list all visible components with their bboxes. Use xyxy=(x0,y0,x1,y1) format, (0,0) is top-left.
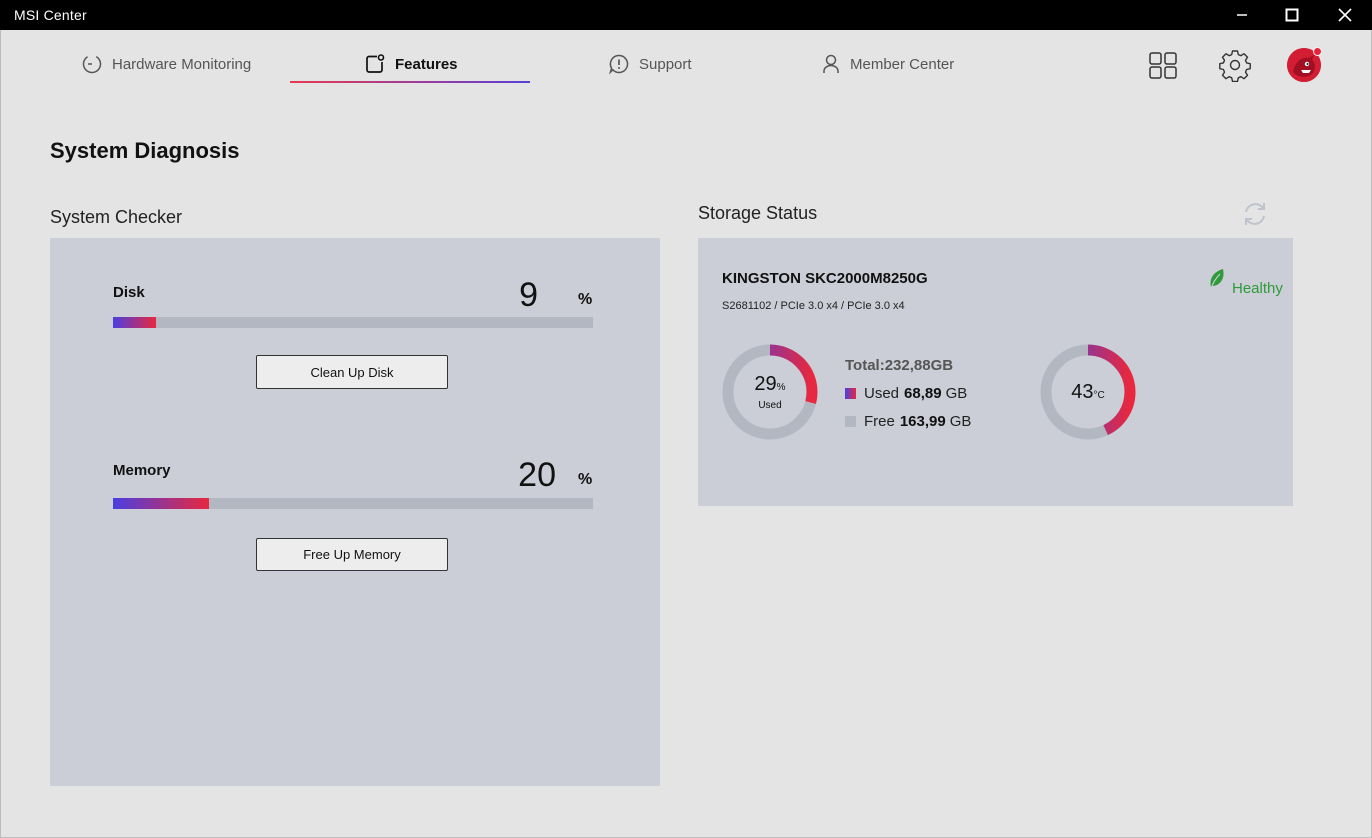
page-title: System Diagnosis xyxy=(50,138,240,163)
close-button[interactable] xyxy=(1319,0,1371,30)
health-status: Healthy xyxy=(1208,269,1283,297)
refresh-button[interactable] xyxy=(1240,199,1270,229)
tab-label: Features xyxy=(395,55,458,73)
memory-value: 20 xyxy=(518,456,556,494)
temperature-value: 43 xyxy=(1071,380,1094,403)
monitor-gauge-icon xyxy=(82,54,102,74)
memory-unit: % xyxy=(578,471,593,488)
minimize-icon xyxy=(1237,14,1247,16)
legend-used: Used 68,89 GB xyxy=(845,385,967,402)
usage-label: Used xyxy=(758,400,782,411)
refresh-icon xyxy=(1245,203,1265,225)
active-tab-indicator xyxy=(290,81,530,83)
used-value: 68,89 xyxy=(904,385,942,402)
used-label: Used xyxy=(864,385,900,402)
free-unit: GB xyxy=(949,413,972,430)
usage-percent: 29% xyxy=(754,373,785,396)
apps-grid-button[interactable] xyxy=(1146,48,1180,82)
memory-usage-fill xyxy=(113,498,209,509)
storage-status-title: Storage Status xyxy=(698,203,818,223)
disk-usage-fill xyxy=(113,317,157,328)
disk-usage-donut: 29% Used xyxy=(721,343,819,441)
storage-status-panel: KINGSTON SKC2000M8250G S2681102 / PCIe 3… xyxy=(698,238,1293,506)
window-title: MSI Center xyxy=(14,7,87,23)
gear-icon xyxy=(1219,50,1251,83)
used-swatch xyxy=(845,388,856,399)
tab-label: Member Center xyxy=(850,55,955,73)
disk-usage-bar xyxy=(113,317,593,328)
member-person-icon xyxy=(823,54,839,73)
features-square-icon xyxy=(366,54,385,73)
memory-label: Memory xyxy=(113,462,171,479)
tab-member-center[interactable]: Member Center xyxy=(821,44,954,84)
drive-name: KINGSTON SKC2000M8250G xyxy=(722,270,928,287)
notification-dot xyxy=(1313,47,1322,56)
title-bar: MSI Center xyxy=(0,0,1372,30)
legend-free: Free 163,99 GB xyxy=(845,413,971,430)
drive-details: S2681102 / PCIe 3.0 x4 / PCIe 3.0 x4 xyxy=(722,300,905,312)
tab-label: Hardware Monitoring xyxy=(112,55,252,73)
free-up-memory-button[interactable]: Free Up Memory xyxy=(256,538,448,571)
disk-label: Disk xyxy=(113,284,145,301)
support-alert-icon xyxy=(608,54,629,75)
maximize-icon xyxy=(1285,8,1299,22)
temperature-donut: 43°C xyxy=(1039,343,1137,441)
grid-icon xyxy=(1149,52,1177,79)
tab-support[interactable]: Support xyxy=(608,44,692,84)
tab-features[interactable]: Features xyxy=(364,44,458,84)
storage-total: Total:232,88GB xyxy=(845,357,954,374)
system-checker-title: System Checker xyxy=(50,207,183,227)
health-label: Healthy xyxy=(1232,280,1283,297)
memory-usage-bar xyxy=(113,498,593,509)
close-icon xyxy=(1338,8,1352,22)
clean-up-disk-button[interactable]: Clean Up Disk xyxy=(256,355,448,389)
disk-unit: % xyxy=(578,291,593,308)
temperature-unit: °C xyxy=(1093,389,1105,401)
tab-hardware-monitoring[interactable]: Hardware Monitoring xyxy=(81,44,251,84)
leaf-icon xyxy=(1210,269,1224,290)
usage-value: 29 xyxy=(754,373,777,395)
settings-button[interactable] xyxy=(1218,48,1252,83)
temperature-reading: 43°C xyxy=(1071,381,1104,404)
free-swatch xyxy=(845,416,856,427)
used-unit: GB xyxy=(945,385,968,402)
free-value: 163,99 xyxy=(899,413,946,430)
maximize-button[interactable] xyxy=(1266,0,1318,30)
system-checker-panel: Disk 9 % Clean Up Disk Memory 20 % Free … xyxy=(50,238,660,786)
disk-value: 9 xyxy=(519,276,538,314)
minimize-button[interactable] xyxy=(1216,0,1268,30)
free-label: Free xyxy=(864,413,895,430)
tab-label: Support xyxy=(639,55,692,73)
usage-unit: % xyxy=(776,382,786,393)
